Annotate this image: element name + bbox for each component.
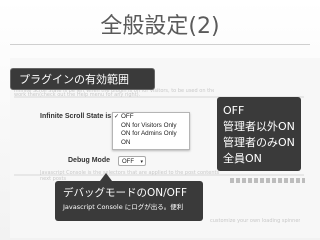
option-label: OFF [121,113,134,120]
callout-state-options: OFF 管理者以外ON 管理者のみON 全員ON [217,97,301,171]
state-admin-only-on: 管理者のみON [223,136,295,149]
state-non-admin-on: 管理者以外ON [223,120,295,133]
background-text-line: customize your own loading spinner. [210,218,300,224]
dropdown-option-on[interactable]: ON [113,139,189,148]
dropdown-option-visitors[interactable]: ON for Visitors Only [113,122,189,131]
callout-enable-range: プラグインの有効範囲 [10,68,155,90]
callout-pointer [100,173,112,181]
debug-callout-title: デバッグモードのON/OFF [63,187,188,199]
debug-mode-label: Debug Mode [68,157,110,164]
option-label: ON for Admins Only [121,130,177,137]
option-label: ON for Visitors Only [121,121,177,129]
check-icon: ✓ [114,114,120,120]
debug-mode-value: OFF [122,159,134,165]
infinite-scroll-dropdown[interactable]: ✓ OFF ON for Visitors Only ON for Admins… [112,112,190,150]
spinner-pattern [230,178,305,183]
dropdown-option-admins[interactable]: ON for Admins Only [113,130,189,139]
debug-callout-description: Javascript Console にログが出る。便利 [63,203,184,211]
state-off: OFF [223,104,245,117]
title-divider [10,44,310,45]
infinite-scroll-label: Infinite Scroll State is [40,113,112,120]
debug-mode-select[interactable]: OFF ▾ [118,156,146,166]
option-label: ON [121,138,131,146]
dropdown-option-off[interactable]: ✓ OFF [113,113,189,122]
slide-title: 全般設定(2) [100,14,220,39]
chevron-down-icon: ▾ [140,159,143,165]
callout-debug-mode: デバッグモードのON/OFF Javascript Console にログが出る… [55,181,203,221]
background-text-line: work then(check out the Help menu for an… [14,92,141,98]
state-all-on: 全員ON [223,152,262,165]
